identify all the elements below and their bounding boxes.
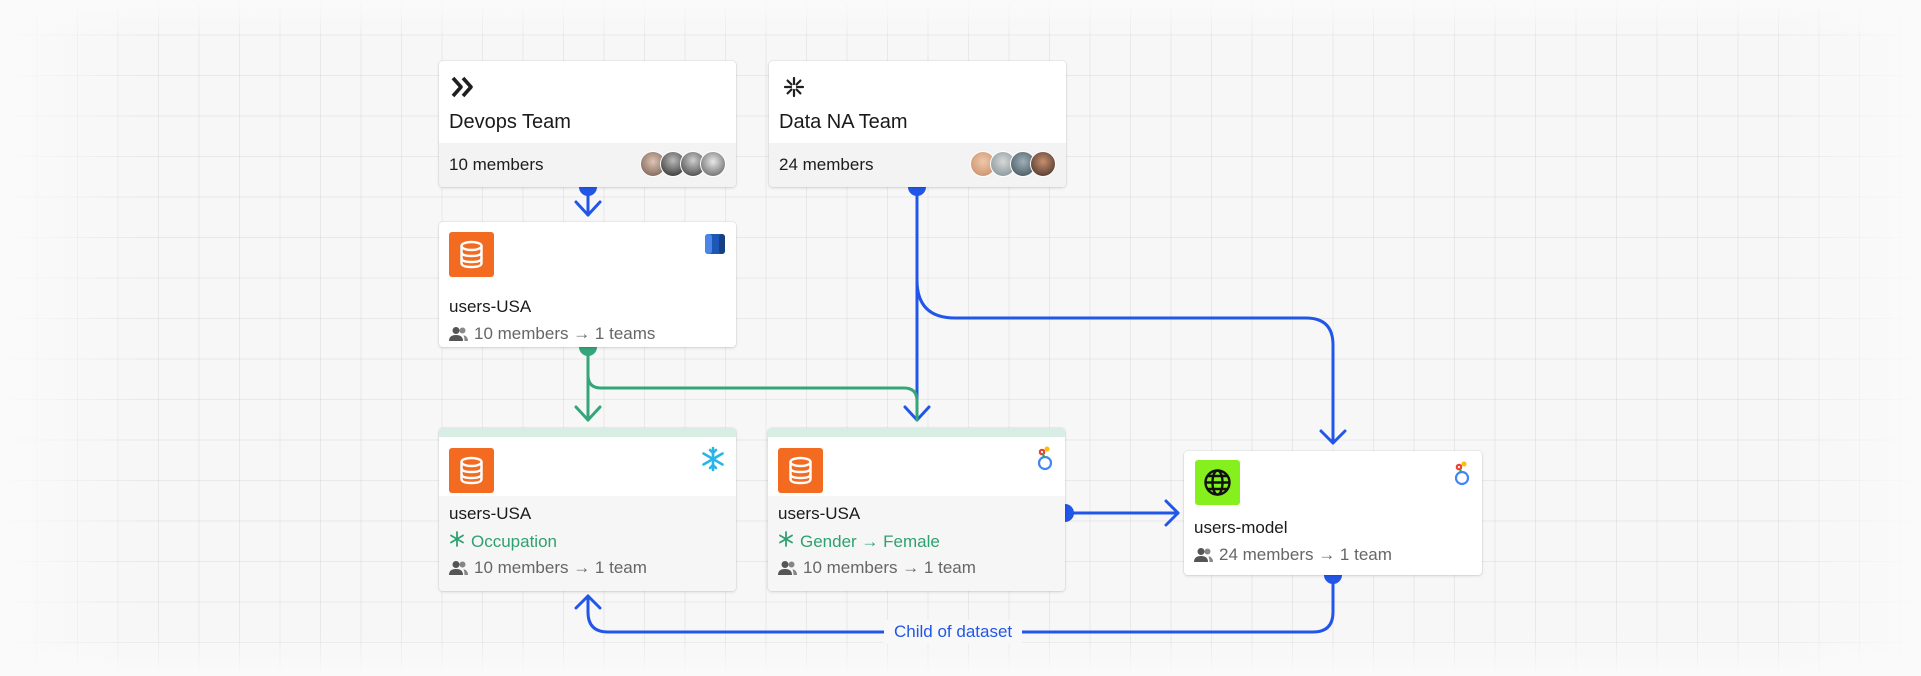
model-stats-text: 24 members → 1 team bbox=[1219, 545, 1392, 564]
avatar-group[interactable] bbox=[640, 151, 726, 179]
dataset-stats: 10 members → 1 team bbox=[449, 558, 647, 581]
member-count: 10 members bbox=[449, 155, 544, 174]
node-status-bar bbox=[768, 428, 1065, 437]
dataset-tag: Occupation bbox=[449, 531, 557, 552]
looker-icon bbox=[1035, 446, 1055, 477]
database-icon bbox=[778, 448, 823, 493]
dataset-tag-text: Gender → Female bbox=[800, 532, 940, 551]
dataset-title: users-USA bbox=[449, 504, 532, 523]
edge-dataset-to-looker[interactable] bbox=[586, 373, 919, 422]
model-stats: 24 members → 1 team bbox=[1194, 545, 1392, 568]
model-title: users-model bbox=[1194, 518, 1288, 537]
database-icon bbox=[449, 232, 494, 277]
team-title: Data NA Team bbox=[779, 111, 908, 133]
aws-s3-icon bbox=[704, 232, 726, 261]
dataset-node-users-usa-looker[interactable]: users-USA Gender → Female 10 members → 1… bbox=[768, 428, 1065, 591]
dataset-stats: 10 members → 1 teams bbox=[449, 324, 655, 347]
people-icon bbox=[1194, 547, 1213, 568]
dataset-stats-text: 10 members → 1 team bbox=[474, 558, 647, 577]
team-footer: 10 members bbox=[439, 143, 736, 187]
dataset-stats: 10 members → 1 team bbox=[778, 558, 976, 581]
team-node-data-na[interactable]: Data NA Team 24 members bbox=[769, 61, 1066, 187]
dataset-node-users-usa-s3[interactable]: users-USA 10 members → 1 teams bbox=[439, 222, 736, 347]
member-count: 24 members bbox=[779, 155, 874, 174]
dataset-tag-text: Occupation bbox=[471, 532, 557, 551]
dataset-title: users-USA bbox=[778, 504, 861, 523]
edge-datana-to-model[interactable] bbox=[915, 278, 1335, 445]
database-icon bbox=[449, 448, 494, 493]
snowflake-small-icon bbox=[778, 531, 794, 552]
people-icon bbox=[449, 326, 468, 347]
people-icon bbox=[449, 560, 468, 581]
team-title: Devops Team bbox=[449, 111, 571, 133]
snowflake-small-icon bbox=[449, 531, 465, 552]
edge-label-child-of-dataset[interactable]: Child of dataset bbox=[884, 620, 1023, 644]
team-node-devops[interactable]: Devops Team 10 members bbox=[439, 61, 736, 187]
node-status-bar bbox=[439, 428, 736, 437]
people-icon bbox=[778, 560, 797, 581]
dataset-node-users-usa-snowflake[interactable]: users-USA Occupation 10 members → 1 team bbox=[439, 428, 736, 591]
team-footer: 24 members bbox=[769, 143, 1066, 187]
chevrons-icon bbox=[450, 73, 478, 101]
dataset-stats-text: 10 members → 1 team bbox=[803, 558, 976, 577]
avatar bbox=[700, 151, 726, 177]
dataset-title: users-USA bbox=[449, 297, 532, 316]
asterisk-icon bbox=[780, 73, 808, 101]
looker-icon bbox=[1452, 461, 1472, 492]
avatar bbox=[1030, 151, 1056, 177]
dataset-stats-text: 10 members → 1 teams bbox=[474, 324, 656, 343]
avatar-group[interactable] bbox=[970, 151, 1056, 179]
dataset-tag: Gender → Female bbox=[778, 531, 940, 552]
model-node-users-model[interactable]: users-model 24 members → 1 team bbox=[1184, 451, 1482, 575]
globe-icon bbox=[1195, 460, 1240, 505]
snowflake-icon bbox=[700, 446, 726, 477]
